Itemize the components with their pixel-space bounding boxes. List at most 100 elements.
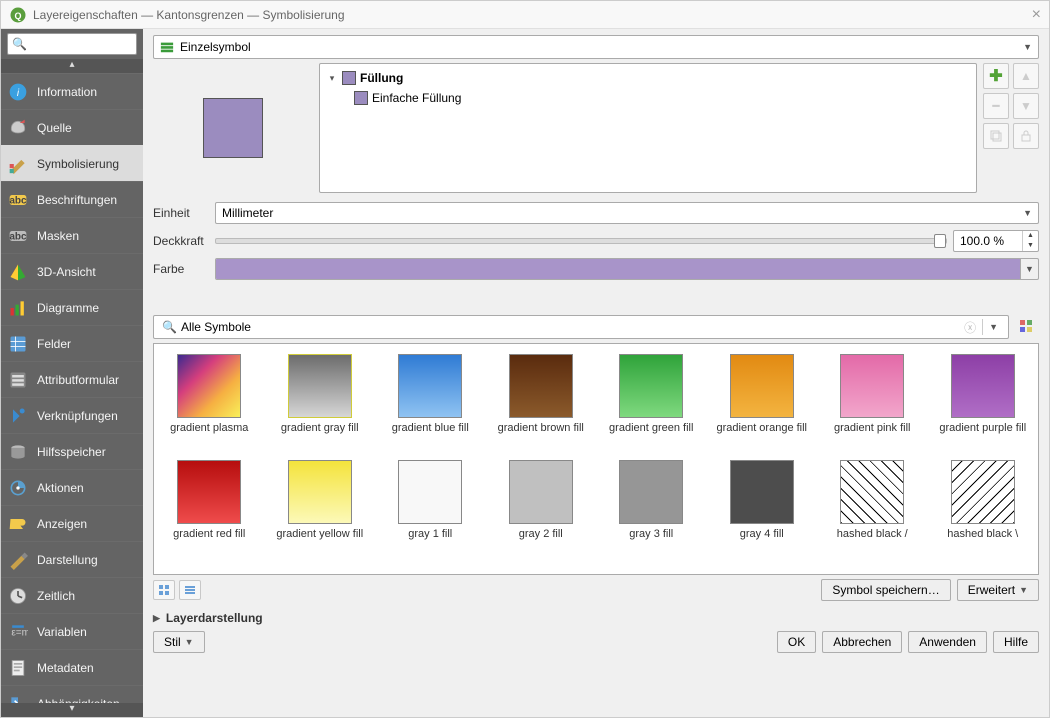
sidebar-item-attributformular[interactable]: Attributformular	[1, 361, 143, 397]
gallery-swatch	[177, 460, 241, 524]
icon-view-button[interactable]	[153, 580, 175, 600]
gallery-item[interactable]: gradient plasma	[164, 354, 255, 448]
close-icon[interactable]: ×	[1032, 6, 1041, 24]
titlebar: Q Layereigenschaften — Kantonsgrenzen — …	[1, 1, 1049, 29]
sidebar-item-symbolisierung[interactable]: Symbolisierung	[1, 145, 143, 181]
sidebar-item-label: Masken	[37, 229, 79, 243]
unit-select[interactable]: Millimeter ▼	[215, 202, 1039, 224]
renderer-select[interactable]: Einzelsymbol ▼	[153, 35, 1039, 59]
svg-text:ε=m: ε=m	[11, 627, 28, 638]
style-manager-button[interactable]	[1015, 315, 1039, 339]
gallery-item[interactable]: gradient purple fill	[938, 354, 1029, 448]
color-select[interactable]: ▼	[215, 258, 1039, 280]
move-down-button[interactable]: ▼	[1013, 93, 1039, 119]
sidebar-item-verkn-pfungen[interactable]: Verknüpfungen	[1, 397, 143, 433]
gallery-item[interactable]: gradient orange fill	[717, 354, 808, 448]
gallery-item[interactable]: gradient brown fill	[496, 354, 587, 448]
remove-layer-button[interactable]: ━	[983, 93, 1009, 119]
opacity-label: Deckkraft	[153, 234, 209, 248]
gallery-swatch	[177, 354, 241, 418]
gallery-label: gradient orange fill	[717, 422, 808, 448]
apply-button[interactable]: Anwenden	[908, 631, 987, 653]
gallery-swatch	[509, 354, 573, 418]
sidebar-item-abh-ngigkeiten[interactable]: Abhängigkeiten	[1, 685, 143, 703]
chevron-down-icon[interactable]: ▼	[983, 322, 1004, 332]
move-up-button[interactable]: ▲	[1013, 63, 1039, 89]
sidebar-item-zeitlich[interactable]: Zeitlich	[1, 577, 143, 613]
sidebar-icon	[7, 441, 29, 463]
chevron-right-icon: ▶	[153, 613, 160, 624]
fill-swatch-icon	[342, 71, 356, 85]
sidebar-item-masken[interactable]: abcMasken	[1, 217, 143, 253]
sidebar-item-3d-ansicht[interactable]: 3D-Ansicht	[1, 253, 143, 289]
gallery-swatch	[398, 460, 462, 524]
gallery-item[interactable]: gray 4 fill	[717, 460, 808, 554]
gallery-item[interactable]: hashed black /	[827, 460, 918, 554]
tree-collapse-icon[interactable]: ▾	[326, 73, 338, 84]
chevron-down-icon: ▼	[1023, 208, 1032, 218]
ok-button[interactable]: OK	[777, 631, 816, 653]
help-button[interactable]: Hilfe	[993, 631, 1039, 653]
lock-layer-button[interactable]	[1013, 123, 1039, 149]
gallery-item[interactable]: hashed black \	[938, 460, 1029, 554]
sidebar-scroll-up[interactable]: ▴	[1, 59, 143, 73]
advanced-button[interactable]: Erweitert ▼	[957, 579, 1039, 601]
spin-down-icon[interactable]: ▼	[1023, 241, 1038, 251]
sidebar-item-darstellung[interactable]: Darstellung	[1, 541, 143, 577]
list-view-button[interactable]	[179, 580, 201, 600]
gallery-label: hashed black /	[837, 528, 908, 554]
layer-rendering-header[interactable]: ▶ Layerdarstellung	[143, 605, 1049, 627]
sidebar-icon	[7, 333, 29, 355]
gallery-item[interactable]: gradient green fill	[606, 354, 697, 448]
sidebar-item-label: Hilfsspeicher	[37, 445, 106, 459]
sidebar-item-variablen[interactable]: ε=m Variablen	[1, 613, 143, 649]
gallery-item[interactable]: gray 2 fill	[496, 460, 587, 554]
opacity-spinbox[interactable]: 100.0 % ▲▼	[953, 230, 1039, 252]
spin-up-icon[interactable]: ▲	[1023, 231, 1038, 241]
sidebar-search[interactable]: 🔍	[7, 33, 137, 55]
sidebar-item-hilfsspeicher[interactable]: Hilfsspeicher	[1, 433, 143, 469]
sidebar-item-information[interactable]: iInformation	[1, 73, 143, 109]
cancel-button[interactable]: Abbrechen	[822, 631, 902, 653]
sidebar-icon	[7, 477, 29, 499]
symbol-filter-input[interactable]: 🔍 Alle Symbole ⓧ ▼	[153, 315, 1009, 339]
add-layer-button[interactable]: ✚	[983, 63, 1009, 89]
sidebar-item-label: Aktionen	[37, 481, 84, 495]
gallery-item[interactable]: gradient gray fill	[275, 354, 366, 448]
sidebar-item-beschriftungen[interactable]: abcBeschriftungen	[1, 181, 143, 217]
apply-label: Anwenden	[919, 635, 976, 649]
sidebar-icon	[7, 117, 29, 139]
clear-icon[interactable]: ⓧ	[958, 319, 982, 336]
symbol-gallery[interactable]: gradient plasmagradient gray fillgradien…	[153, 343, 1039, 575]
style-menu-button[interactable]: Stil ▼	[153, 631, 205, 653]
symbol-layer-tree[interactable]: ▾ Füllung Einfache Füllung	[319, 63, 977, 193]
gallery-item[interactable]: gradient red fill	[164, 460, 255, 554]
sidebar-item-label: Anzeigen	[37, 517, 87, 531]
sidebar-item-metadaten[interactable]: Metadaten	[1, 649, 143, 685]
sidebar-item-quelle[interactable]: Quelle	[1, 109, 143, 145]
chevron-down-icon: ▼	[185, 637, 194, 647]
app-icon: Q	[9, 6, 27, 24]
gallery-item[interactable]: gradient yellow fill	[275, 460, 366, 554]
sidebar-item-anzeigen[interactable]: Anzeigen	[1, 505, 143, 541]
duplicate-layer-button[interactable]	[983, 123, 1009, 149]
sidebar-icon	[7, 369, 29, 391]
gallery-item[interactable]: gradient pink fill	[827, 354, 918, 448]
sidebar-item-aktionen[interactable]: Aktionen	[1, 469, 143, 505]
slider-thumb[interactable]	[934, 234, 946, 248]
gallery-item[interactable]: gradient blue fill	[385, 354, 476, 448]
cancel-label: Abbrechen	[833, 635, 891, 649]
gallery-swatch	[509, 460, 573, 524]
gallery-item[interactable]: gray 1 fill	[385, 460, 476, 554]
gallery-swatch	[951, 460, 1015, 524]
sidebar-item-label: Darstellung	[37, 553, 98, 567]
save-symbol-button[interactable]: Symbol speichern…	[821, 579, 950, 601]
sidebar-item-diagramme[interactable]: Diagramme	[1, 289, 143, 325]
opacity-slider[interactable]	[215, 238, 947, 244]
sidebar-item-felder[interactable]: Felder	[1, 325, 143, 361]
sidebar-item-label: Variablen	[37, 625, 87, 639]
sidebar-scroll-down[interactable]: ▾	[1, 703, 143, 717]
gallery-label: gradient plasma	[170, 422, 248, 448]
gallery-item[interactable]: gray 3 fill	[606, 460, 697, 554]
save-symbol-label: Symbol speichern…	[832, 583, 939, 597]
